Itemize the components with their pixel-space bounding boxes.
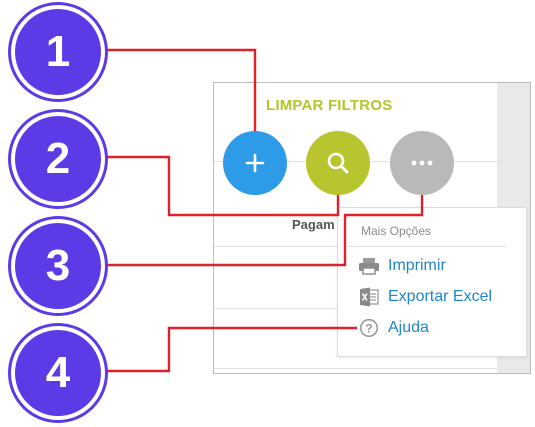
help-circle-icon: ? bbox=[358, 318, 380, 338]
menu-divider bbox=[348, 246, 506, 247]
menu-item-export-excel[interactable]: Exportar Excel bbox=[358, 285, 492, 309]
excel-icon bbox=[358, 287, 380, 307]
callout-badge-3: 3 bbox=[11, 219, 105, 313]
clear-filters-link[interactable]: LIMPAR FILTROS bbox=[266, 97, 392, 114]
plus-icon bbox=[245, 153, 265, 173]
menu-title: Mais Opções bbox=[361, 224, 432, 238]
printer-icon bbox=[358, 256, 380, 276]
menu-item-label: Exportar Excel bbox=[388, 288, 493, 305]
add-button[interactable] bbox=[223, 131, 287, 195]
callout-badge-2: 2 bbox=[11, 112, 105, 206]
callout-badge-4: 4 bbox=[11, 326, 105, 420]
menu-item-label: Imprimir bbox=[388, 257, 446, 274]
search-button[interactable] bbox=[306, 131, 370, 195]
more-options-button[interactable] bbox=[390, 131, 454, 195]
menu-item-help[interactable]: ? Ajuda bbox=[358, 316, 429, 340]
table-header-divider bbox=[214, 246, 338, 247]
menu-item-label: Ajuda bbox=[388, 319, 429, 336]
callout-badge-1: 1 bbox=[11, 5, 105, 99]
table-row-divider bbox=[214, 308, 338, 309]
table-column-header-pagamento[interactable]: Pagam bbox=[292, 217, 335, 232]
menu-item-print[interactable]: Imprimir bbox=[358, 254, 446, 278]
search-icon bbox=[327, 152, 349, 174]
more-horizontal-icon bbox=[411, 160, 433, 166]
table-row-divider bbox=[214, 368, 497, 369]
svg-text:?: ? bbox=[365, 321, 372, 335]
